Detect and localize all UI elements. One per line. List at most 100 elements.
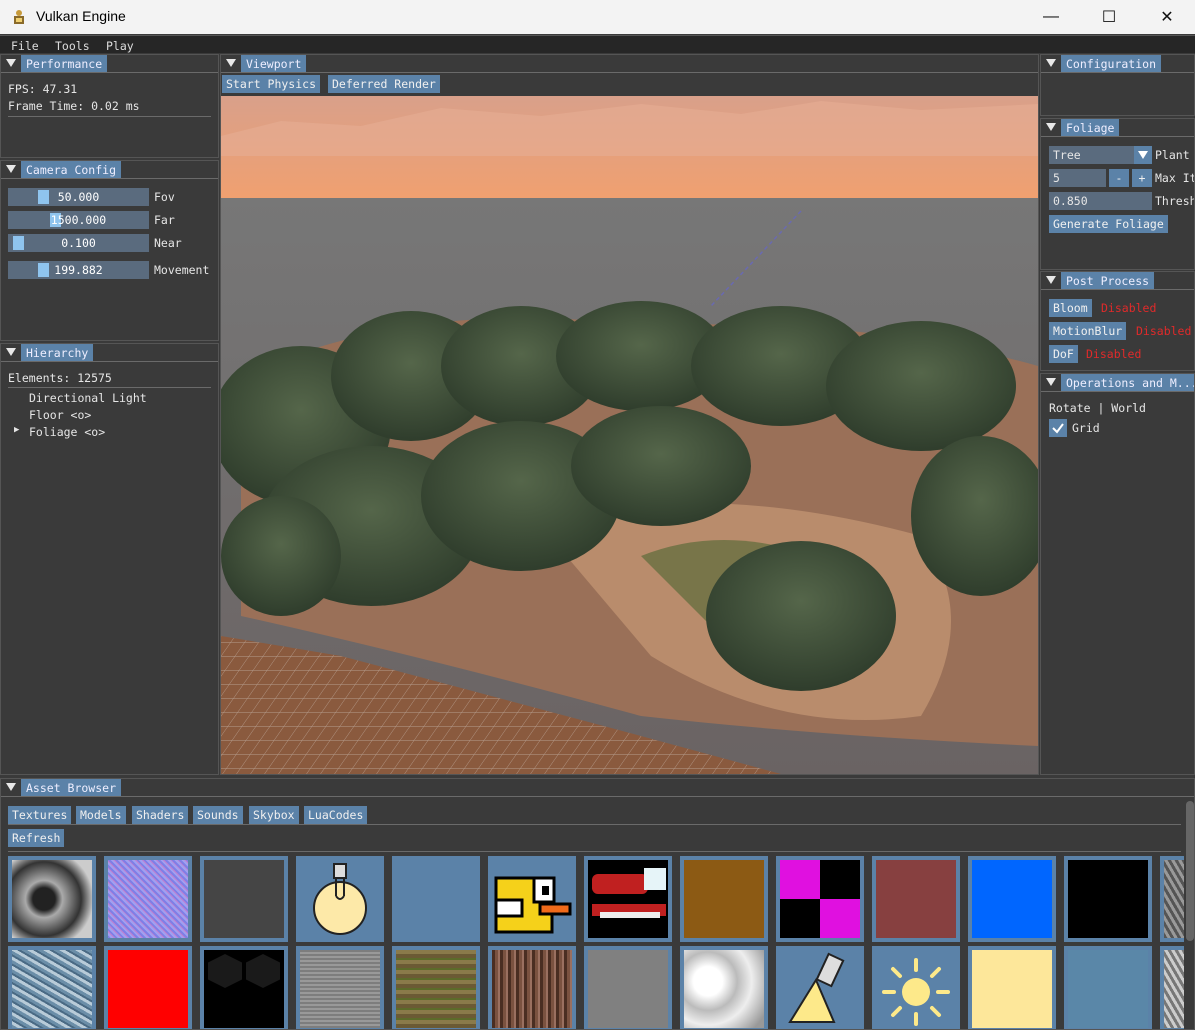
camera-slider-fov[interactable]: 50.000 bbox=[8, 188, 149, 206]
refresh-button[interactable]: Refresh bbox=[8, 829, 65, 847]
asset-thumbnail[interactable] bbox=[968, 856, 1056, 942]
viewport-title[interactable]: Viewport bbox=[241, 55, 307, 72]
collapse-icon[interactable] bbox=[1046, 378, 1056, 386]
asset-thumbnail[interactable] bbox=[296, 946, 384, 1029]
threshold-label: Thresh bbox=[1155, 194, 1195, 208]
asset-thumbnail[interactable] bbox=[1064, 946, 1152, 1029]
asset-tab-sounds[interactable]: Sounds bbox=[193, 806, 243, 824]
asset-thumbnail[interactable] bbox=[104, 856, 192, 942]
asset-thumbnail[interactable] bbox=[1064, 856, 1152, 942]
asset-thumbnail[interactable] bbox=[488, 946, 576, 1029]
collapse-icon[interactable] bbox=[1046, 276, 1056, 284]
camera-slider-movement[interactable]: 199.882 bbox=[8, 261, 149, 279]
dropdown-chevron-icon[interactable] bbox=[1134, 146, 1152, 164]
post-process-title[interactable]: Post Process bbox=[1061, 272, 1155, 289]
gizmo-mode-text[interactable]: Rotate | World bbox=[1049, 401, 1146, 415]
plant-type-value: Tree bbox=[1053, 148, 1081, 162]
decrement-button[interactable]: - bbox=[1109, 169, 1129, 187]
title-bar: Vulkan Engine — ☐ ✕ bbox=[0, 0, 1195, 34]
asset-thumbnail[interactable] bbox=[8, 946, 96, 1029]
asset-thumbnail[interactable] bbox=[680, 946, 768, 1029]
menu-tools[interactable]: Tools bbox=[55, 39, 90, 53]
deferred-render-button[interactable]: Deferred Render bbox=[328, 75, 440, 93]
asset-thumbnail[interactable] bbox=[392, 856, 480, 942]
asset-scrollbar[interactable] bbox=[1186, 801, 1194, 941]
asset-tab-textures[interactable]: Textures bbox=[8, 806, 72, 824]
motionblur-button[interactable]: MotionBlur bbox=[1049, 322, 1127, 340]
asset-browser-title[interactable]: Asset Browser bbox=[21, 779, 122, 796]
viewport-scene[interactable] bbox=[221, 96, 1038, 774]
elements-count: Elements: 12575 bbox=[8, 371, 112, 385]
asset-thumbnail[interactable] bbox=[1160, 946, 1184, 1029]
asset-thumbnail[interactable] bbox=[584, 946, 672, 1029]
expand-arrow-icon[interactable]: ▶ bbox=[14, 425, 19, 435]
slider-value: 0.100 bbox=[61, 236, 96, 250]
asset-tab-skybox[interactable]: Skybox bbox=[249, 806, 299, 824]
performance-title[interactable]: Performance bbox=[21, 55, 108, 72]
asset-thumbnail[interactable] bbox=[680, 856, 768, 942]
bird-sprite-icon[interactable] bbox=[488, 856, 576, 942]
asset-thumbnail[interactable] bbox=[392, 946, 480, 1029]
menu-play[interactable]: Play bbox=[106, 39, 134, 53]
configuration-header: Configuration bbox=[1041, 55, 1194, 73]
threshold-value: 0.850 bbox=[1053, 194, 1088, 208]
asset-tab-shaders[interactable]: Shaders bbox=[132, 806, 189, 824]
window-title: Vulkan Engine bbox=[36, 8, 126, 24]
operations-title[interactable]: Operations and M... bbox=[1061, 374, 1194, 391]
maximize-button[interactable]: ☐ bbox=[1080, 0, 1138, 34]
configuration-panel: Configuration bbox=[1040, 54, 1195, 116]
collapse-icon[interactable] bbox=[6, 59, 16, 67]
motionblur-status: Disabled bbox=[1136, 324, 1192, 338]
minimize-button[interactable]: — bbox=[1022, 0, 1080, 34]
collapse-icon[interactable] bbox=[1046, 123, 1056, 131]
start-physics-button[interactable]: Start Physics bbox=[222, 75, 321, 93]
asset-thumbnail[interactable] bbox=[104, 946, 192, 1029]
scene-render bbox=[221, 96, 1038, 774]
hierarchy-item-floor[interactable]: Floor <o> bbox=[29, 408, 91, 422]
camera-slider-far[interactable]: 1500.000 bbox=[8, 211, 149, 229]
max-iterations-input[interactable]: 5 bbox=[1049, 169, 1106, 187]
max-iterations-label: Max It bbox=[1155, 171, 1195, 185]
collapse-icon[interactable] bbox=[226, 59, 236, 67]
post-process-header: Post Process bbox=[1041, 272, 1194, 290]
close-button[interactable]: ✕ bbox=[1138, 0, 1195, 34]
asset-tab-models[interactable]: Models bbox=[76, 806, 126, 824]
camera-slider-near[interactable]: 0.100 bbox=[8, 234, 149, 252]
menu-file[interactable]: File bbox=[11, 39, 39, 53]
collapse-icon[interactable] bbox=[6, 783, 16, 791]
camera-config-title[interactable]: Camera Config bbox=[21, 161, 122, 178]
asset-thumbnail[interactable] bbox=[8, 856, 96, 942]
bloom-button[interactable]: Bloom bbox=[1049, 299, 1092, 317]
configuration-title[interactable]: Configuration bbox=[1061, 55, 1162, 72]
asset-browser-panel: Asset Browser Textures Models Shaders Sound… bbox=[0, 778, 1195, 1030]
collapse-icon[interactable] bbox=[1046, 59, 1056, 67]
asset-thumbnail[interactable] bbox=[584, 856, 672, 942]
threshold-input[interactable]: 0.850 bbox=[1049, 192, 1152, 210]
asset-thumbnail[interactable] bbox=[200, 946, 288, 1029]
spotlight-icon[interactable] bbox=[776, 946, 864, 1029]
performance-header: Performance bbox=[1, 55, 218, 73]
asset-thumbnail[interactable] bbox=[968, 946, 1056, 1029]
asset-thumbnail[interactable] bbox=[200, 856, 288, 942]
sun-icon[interactable] bbox=[872, 946, 960, 1029]
dof-button[interactable]: DoF bbox=[1049, 345, 1078, 363]
hierarchy-item-foliage[interactable]: Foliage <o> bbox=[29, 425, 105, 439]
collapse-icon[interactable] bbox=[6, 348, 16, 356]
asset-tab-luacodes[interactable]: LuaCodes bbox=[304, 806, 368, 824]
asset-thumbnail[interactable] bbox=[776, 856, 864, 942]
hierarchy-item-directional-light[interactable]: Directional Light bbox=[29, 391, 147, 405]
spotlight-icon-graphic bbox=[788, 952, 845, 1023]
lightbulb-icon[interactable] bbox=[296, 856, 384, 942]
grid-checkbox[interactable] bbox=[1049, 419, 1067, 437]
generate-foliage-button[interactable]: Generate Foliage bbox=[1049, 215, 1168, 233]
frame-time-text: Frame Time: 0.02 ms bbox=[8, 99, 140, 113]
collapse-icon[interactable] bbox=[6, 165, 16, 173]
hierarchy-title[interactable]: Hierarchy bbox=[21, 344, 94, 361]
lightbulb-icon-graphic bbox=[313, 863, 367, 935]
plant-type-select[interactable]: Tree bbox=[1049, 146, 1152, 164]
asset-thumbnail[interactable] bbox=[1160, 856, 1184, 942]
asset-thumbnail[interactable] bbox=[872, 856, 960, 942]
increment-button[interactable]: + bbox=[1132, 169, 1152, 187]
foliage-title[interactable]: Foliage bbox=[1061, 119, 1120, 136]
app-icon bbox=[14, 10, 24, 24]
